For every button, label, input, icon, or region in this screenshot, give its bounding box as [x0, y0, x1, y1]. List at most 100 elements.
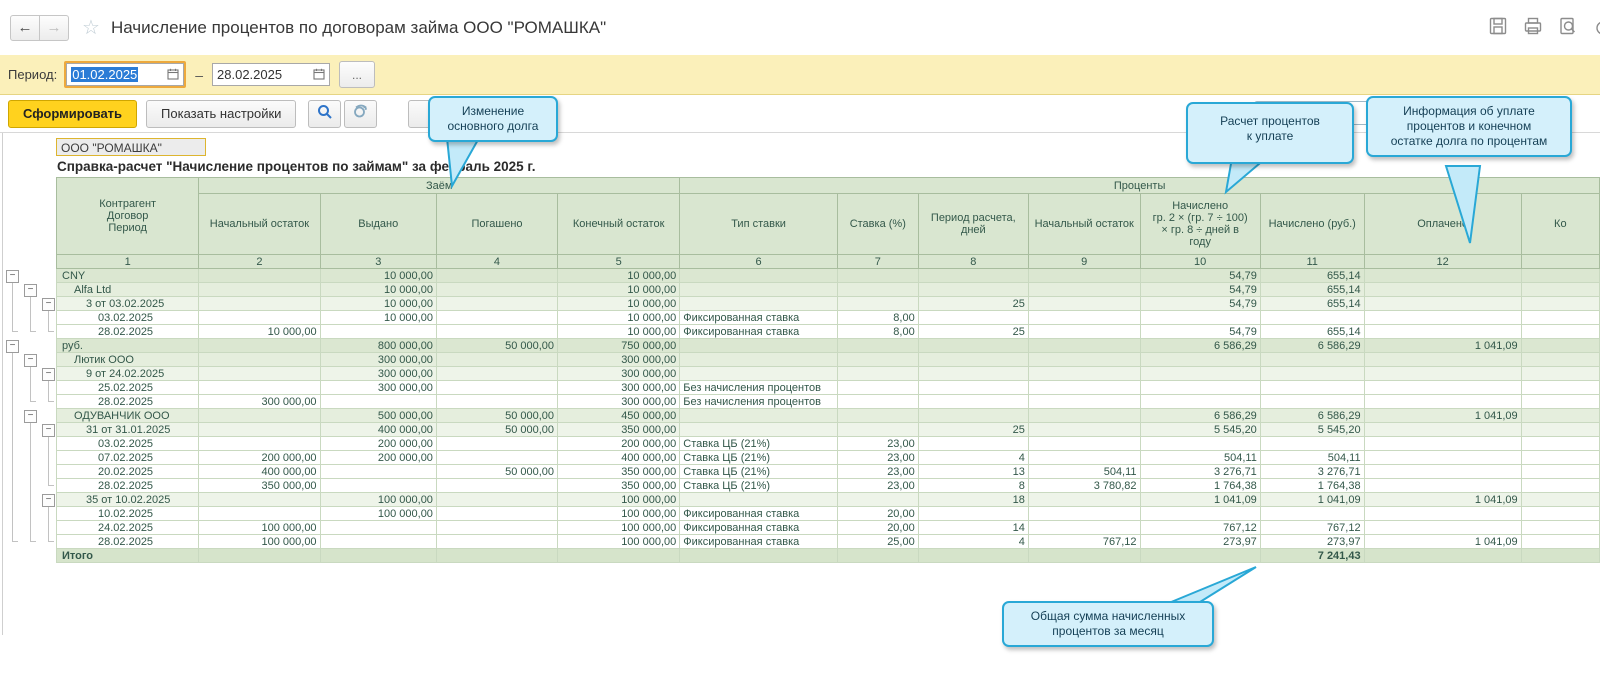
table-cell[interactable]: 25,00 [837, 535, 918, 549]
table-cell[interactable] [1028, 297, 1140, 311]
table-cell[interactable] [1521, 311, 1599, 325]
table-cell[interactable]: 10 000,00 [558, 269, 680, 283]
table-cell[interactable]: 10 000,00 [320, 311, 436, 325]
table-cell[interactable]: 655,14 [1260, 325, 1364, 339]
table-cell[interactable] [680, 297, 838, 311]
table-cell[interactable] [1140, 311, 1260, 325]
table-cell[interactable]: 450 000,00 [558, 409, 680, 423]
row-label[interactable]: CNY [57, 269, 199, 283]
table-cell[interactable] [1140, 437, 1260, 451]
table-cell[interactable] [918, 283, 1028, 297]
table-cell[interactable] [436, 507, 557, 521]
table-cell[interactable]: 4 [918, 535, 1028, 549]
table-cell[interactable] [918, 269, 1028, 283]
table-cell[interactable] [436, 451, 557, 465]
table-cell[interactable]: 1 041,09 [1260, 493, 1364, 507]
table-cell[interactable] [837, 549, 918, 563]
table-cell[interactable]: 504,11 [1140, 451, 1260, 465]
table-cell[interactable] [1364, 437, 1521, 451]
table-cell[interactable]: 5 545,20 [1140, 423, 1260, 437]
table-cell[interactable]: 655,14 [1260, 269, 1364, 283]
table-cell[interactable] [837, 493, 918, 507]
table-cell[interactable] [199, 423, 320, 437]
table-cell[interactable] [199, 297, 320, 311]
table-cell[interactable] [436, 283, 557, 297]
table-cell[interactable] [1028, 423, 1140, 437]
table-cell[interactable]: 13 [918, 465, 1028, 479]
table-cell[interactable] [1260, 367, 1364, 381]
table-cell[interactable] [1028, 339, 1140, 353]
table-cell[interactable]: 6 586,29 [1260, 409, 1364, 423]
table-cell[interactable]: 25 [918, 297, 1028, 311]
table-cell[interactable] [1028, 409, 1140, 423]
table-cell[interactable] [837, 381, 918, 395]
table-cell[interactable] [1028, 451, 1140, 465]
table-cell[interactable] [199, 507, 320, 521]
table-cell[interactable] [436, 381, 557, 395]
collapse-toggle[interactable]: − [42, 298, 55, 311]
table-cell[interactable]: Фиксированная ставка [680, 535, 838, 549]
print-icon[interactable] [1523, 16, 1543, 36]
table-cell[interactable]: 100 000,00 [558, 535, 680, 549]
table-row[interactable]: 20.02.2025400 000,0050 000,00350 000,00С… [57, 465, 1600, 479]
table-cell[interactable] [680, 283, 838, 297]
table-cell[interactable] [436, 325, 557, 339]
table-cell[interactable]: 6 586,29 [1140, 409, 1260, 423]
table-cell[interactable]: 3 276,71 [1260, 465, 1364, 479]
table-cell[interactable] [1028, 437, 1140, 451]
table-cell[interactable] [1521, 381, 1599, 395]
table-cell[interactable] [1521, 451, 1599, 465]
table-cell[interactable]: 200 000,00 [199, 451, 320, 465]
table-cell[interactable] [199, 409, 320, 423]
table-cell[interactable] [918, 549, 1028, 563]
row-label[interactable]: ОДУВАНЧИК ООО [57, 409, 199, 423]
table-cell[interactable]: Без начисления процентов [680, 395, 838, 409]
favorite-star-icon[interactable]: ☆ [82, 15, 100, 40]
table-cell[interactable] [1260, 353, 1364, 367]
table-cell[interactable] [1521, 423, 1599, 437]
table-cell[interactable]: 100 000,00 [558, 521, 680, 535]
table-cell[interactable]: 50 000,00 [436, 409, 557, 423]
table-cell[interactable] [199, 283, 320, 297]
table-cell[interactable] [1028, 521, 1140, 535]
column-header[interactable]: Погашено [436, 194, 557, 255]
table-cell[interactable] [1364, 325, 1521, 339]
table-cell[interactable] [1364, 521, 1521, 535]
table-cell[interactable]: 350 000,00 [199, 479, 320, 493]
table-cell[interactable]: 8,00 [837, 325, 918, 339]
table-row[interactable]: CNY10 000,0010 000,0054,79655,14 [57, 269, 1600, 283]
collapse-toggle[interactable]: − [42, 494, 55, 507]
table-cell[interactable] [199, 269, 320, 283]
table-cell[interactable]: 767,12 [1140, 521, 1260, 535]
table-cell[interactable]: 10 000,00 [558, 297, 680, 311]
table-cell[interactable] [1260, 381, 1364, 395]
table-cell[interactable] [1028, 269, 1140, 283]
table-cell[interactable]: 14 [918, 521, 1028, 535]
table-cell[interactable] [837, 409, 918, 423]
table-row[interactable]: 03.02.2025200 000,00200 000,00Ставка ЦБ … [57, 437, 1600, 451]
table-cell[interactable]: 350 000,00 [558, 465, 680, 479]
table-cell[interactable] [436, 367, 557, 381]
table-cell[interactable]: 1 764,38 [1260, 479, 1364, 493]
table-cell[interactable] [1521, 353, 1599, 367]
row-label[interactable]: 31 от 31.01.2025 [57, 423, 199, 437]
table-cell[interactable] [199, 367, 320, 381]
table-cell[interactable] [1521, 395, 1599, 409]
table-row[interactable]: 25.02.2025300 000,00300 000,00Без начисл… [57, 381, 1600, 395]
table-cell[interactable] [837, 269, 918, 283]
table-cell[interactable] [1028, 283, 1140, 297]
table-cell[interactable] [837, 353, 918, 367]
collapse-toggle[interactable]: − [24, 284, 37, 297]
table-cell[interactable]: 10 000,00 [558, 325, 680, 339]
table-cell[interactable] [1028, 493, 1140, 507]
table-cell[interactable]: 50 000,00 [436, 423, 557, 437]
row-label[interactable]: 28.02.2025 [57, 479, 199, 493]
table-cell[interactable] [1521, 339, 1599, 353]
period-from-input[interactable]: 01.02.2025 [66, 63, 184, 86]
table-cell[interactable]: 504,11 [1260, 451, 1364, 465]
table-cell[interactable]: 100 000,00 [320, 493, 436, 507]
table-cell[interactable]: 350 000,00 [558, 423, 680, 437]
table-cell[interactable]: 767,12 [1260, 521, 1364, 535]
table-cell[interactable] [1364, 297, 1521, 311]
back-button[interactable]: ← [10, 15, 40, 41]
